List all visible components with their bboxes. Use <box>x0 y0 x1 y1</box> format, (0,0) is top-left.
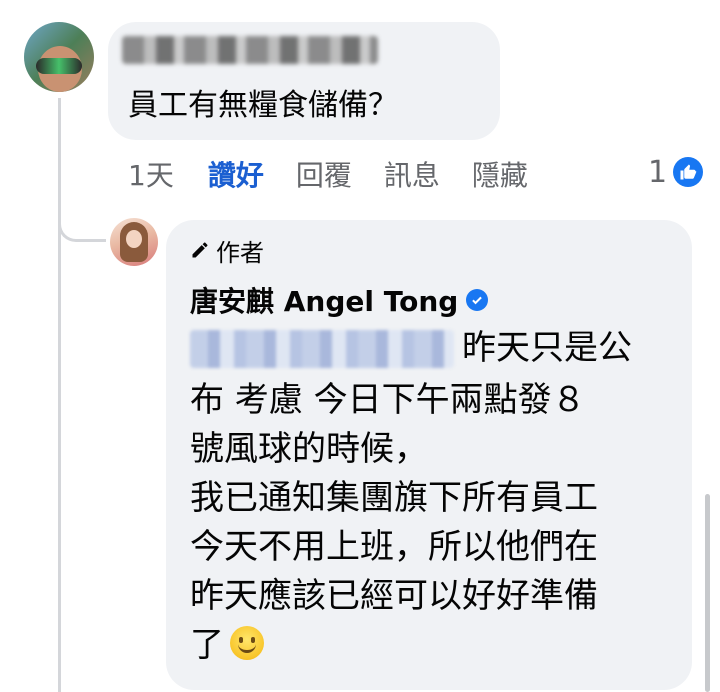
verified-icon <box>466 289 489 311</box>
reaction-count: 1 <box>648 154 668 190</box>
hide-button[interactable]: 隱藏 <box>472 154 528 194</box>
blurred-commenter-name <box>122 36 378 64</box>
reply-line: 布 考慮 今日下午兩點發８ <box>190 380 586 420</box>
smiley-emoji-icon <box>230 626 264 660</box>
author-avatar[interactable] <box>110 218 158 266</box>
pen-icon <box>192 242 208 258</box>
thread-line <box>58 98 61 692</box>
author-name-row: 唐安麒 Angel Tong <box>190 280 489 320</box>
comment-text: 員工有無糧食儲備？ <box>128 88 398 123</box>
author-badge-label: 作者 <box>216 238 264 267</box>
reaction-summary[interactable]: 1 <box>648 152 704 192</box>
scrollbar[interactable] <box>705 494 710 692</box>
reply-line: 號風球的時候， <box>190 429 428 469</box>
reply-text: 布 考慮 今日下午兩點發８ 號風球的時候， 我已通知集團旗下所有員工 今天不用上… <box>190 376 598 670</box>
author-name[interactable]: 唐安麒 Angel Tong <box>190 280 458 320</box>
reply-line: 昨天應該已經可以好好準備 <box>190 576 598 616</box>
reply-line-last: 了 <box>190 621 598 670</box>
message-button[interactable]: 訊息 <box>384 154 440 194</box>
like-button[interactable]: 讚好 <box>208 154 264 194</box>
reply-button[interactable]: 回覆 <box>296 154 352 194</box>
like-reaction-icon <box>673 157 704 187</box>
reply-line: 今天不用上班，所以他們在 <box>190 527 598 567</box>
reply-connector <box>58 214 106 242</box>
author-badge: 作者 <box>190 234 264 267</box>
comment-actions: 1天 讚好 回覆 訊息 隱藏 <box>128 154 528 194</box>
reply-line: 我已通知集團旗下所有員工 <box>190 478 598 518</box>
comment-timestamp[interactable]: 1天 <box>128 154 174 194</box>
reply-line: 了 <box>190 625 224 665</box>
reply-text-first-line: 昨天只是公 <box>462 328 632 368</box>
commenter-avatar[interactable] <box>24 22 94 92</box>
blurred-mention <box>190 330 454 368</box>
